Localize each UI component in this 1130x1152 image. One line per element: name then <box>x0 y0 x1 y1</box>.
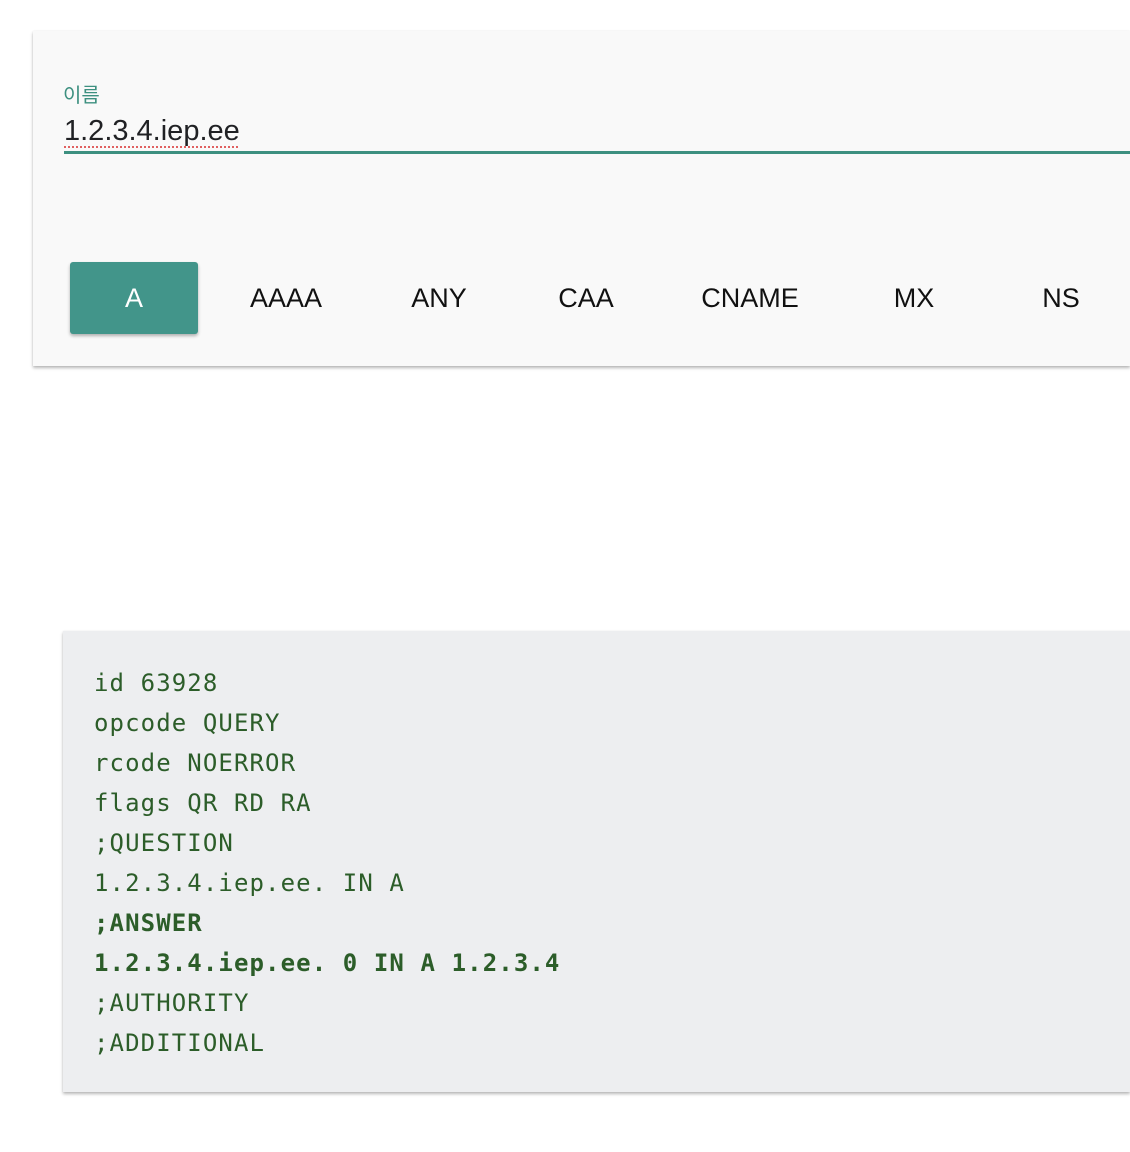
record-type-button-a[interactable]: A <box>70 262 198 334</box>
record-type-button-caa[interactable]: CAA <box>504 262 668 334</box>
response-section-answer: ;ANSWER <box>94 909 203 937</box>
response-section-authority: ;AUTHORITY <box>94 989 250 1017</box>
response-answer-record: 1.2.3.4.iep.ee. 0 IN A 1.2.3.4 <box>94 949 561 977</box>
response-line-opcode: opcode QUERY <box>94 709 281 737</box>
record-type-button-any[interactable]: ANY <box>374 262 504 334</box>
name-field-label: 이름 <box>63 83 100 107</box>
record-type-button-aaaa[interactable]: AAAA <box>198 262 374 334</box>
dns-response-lines: id 63928 opcode QUERY rcode NOERROR flag… <box>94 663 560 1063</box>
query-form-card: 이름 A AAAA ANY CAA CNAME MX NS <box>33 31 1130 366</box>
record-type-button-cname[interactable]: CNAME <box>668 262 832 334</box>
response-section-question: ;QUESTION <box>94 829 234 857</box>
response-section-additional: ;ADDITIONAL <box>94 1029 266 1057</box>
response-line-rcode: rcode NOERROR <box>94 749 297 777</box>
record-type-button-ns[interactable]: NS <box>996 262 1126 334</box>
response-line-id: id 63928 <box>94 669 219 697</box>
response-question-record: 1.2.3.4.iep.ee. IN A <box>94 869 405 897</box>
record-type-tabs: A AAAA ANY CAA CNAME MX NS <box>70 262 1126 334</box>
response-line-flags: flags QR RD RA <box>94 789 312 817</box>
record-type-button-mx[interactable]: MX <box>832 262 996 334</box>
name-input[interactable] <box>64 111 1130 154</box>
dns-response-panel: id 63928 opcode QUERY rcode NOERROR flag… <box>63 631 1130 1092</box>
